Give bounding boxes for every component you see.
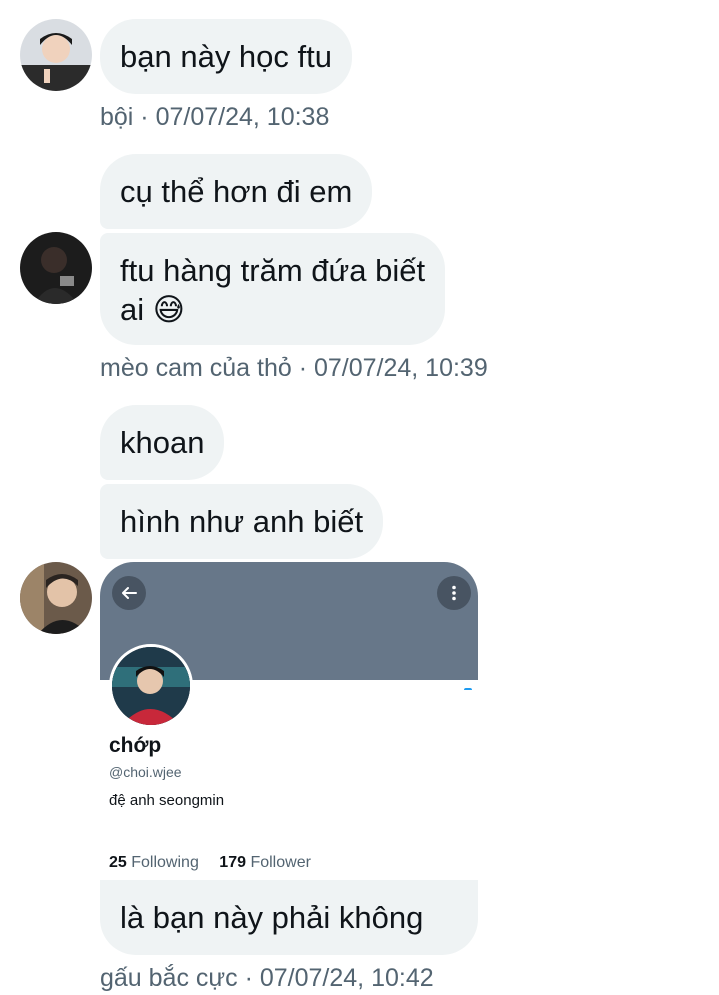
back-arrow-icon [112, 576, 146, 610]
profile-avatar [109, 644, 193, 728]
following-label: Following [131, 854, 199, 871]
message-text-line: ftu hàng trăm đứa biết [120, 253, 426, 288]
message-text-line: ai 😅 [120, 292, 186, 327]
follower-stat[interactable]: 179 Follower [219, 854, 311, 871]
avatar-image [20, 232, 92, 304]
message-bubble[interactable]: bạn này học ftu [100, 19, 352, 94]
message-text: khoan [120, 425, 205, 460]
profile-bio: đệ anh seongmin [109, 792, 225, 809]
message-text: là bạn này phải không [120, 900, 424, 935]
sender-avatar-3[interactable] [20, 562, 92, 634]
message-bubble[interactable]: ftu hàng trăm đứa biết ai 😅 [100, 233, 446, 345]
sender-avatar-2[interactable] [20, 232, 92, 304]
avatar-image [20, 19, 92, 91]
following-count: 25 [109, 854, 127, 871]
avatar-image [20, 562, 92, 634]
message-meta: mèo cam của thỏ · 07/07/24, 10:39 [100, 353, 488, 383]
profile-name: chớp [109, 734, 162, 757]
follower-label: Follower [250, 854, 311, 871]
message-bubble[interactable]: cụ thể hơn đi em [100, 154, 373, 229]
follower-count: 179 [219, 854, 246, 871]
message-bubble[interactable]: hình như anh biết [100, 484, 384, 559]
message-text: bạn này học ftu [120, 39, 332, 74]
message-meta: bội · 07/07/24, 10:38 [100, 102, 329, 132]
message-text: hình như anh biết [120, 504, 364, 539]
sender-avatar-1[interactable] [20, 19, 92, 91]
sender-timestamp: bội · 07/07/24, 10:38 [100, 103, 330, 131]
message-bubble[interactable]: khoan [100, 405, 225, 480]
message-text: cụ thể hơn đi em [120, 174, 353, 209]
profile-handle: @choi.wjee [109, 764, 182, 780]
following-stat[interactable]: 25 Following [109, 854, 199, 871]
sender-timestamp: gấu bắc cực · 07/07/24, 10:42 [100, 964, 434, 992]
decorative-mark [464, 688, 472, 692]
message-meta: gấu bắc cực · 07/07/24, 10:42 [100, 963, 434, 993]
profile-stats: 25 Following 179 Follower [109, 854, 327, 872]
more-vertical-icon [437, 576, 471, 610]
message-bubble[interactable]: là bạn này phải không [100, 880, 478, 955]
shared-profile-card[interactable]: chớp @choi.wjee đệ anh seongmin 25 Follo… [100, 562, 478, 880]
sender-timestamp: mèo cam của thỏ · 07/07/24, 10:39 [100, 354, 488, 382]
